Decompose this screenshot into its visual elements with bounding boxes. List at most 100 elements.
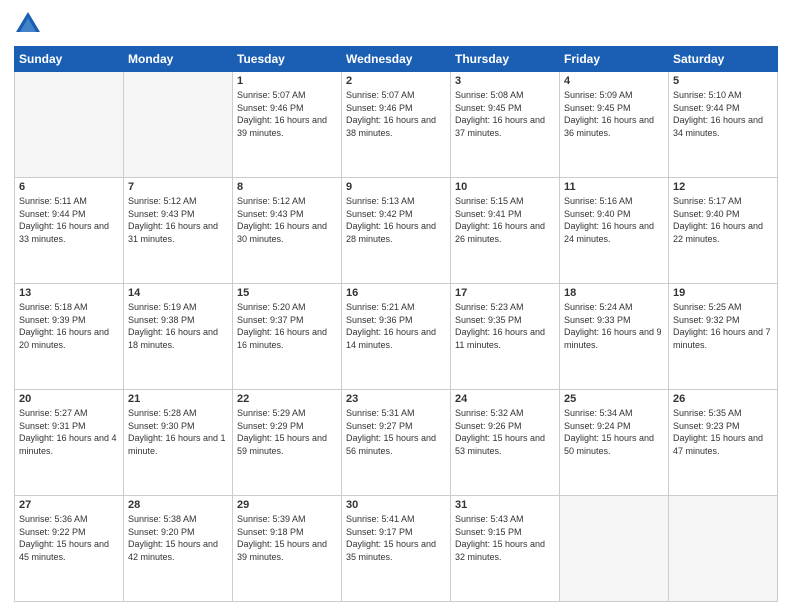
day-number: 25 bbox=[564, 393, 664, 405]
calendar-cell: 27 Sunrise: 5:36 AM Sunset: 9:22 PM Dayli… bbox=[15, 496, 124, 602]
day-number: 8 bbox=[237, 181, 337, 193]
day-info: Sunrise: 5:29 AM Sunset: 9:29 PM Dayligh… bbox=[237, 407, 337, 457]
day-number: 9 bbox=[346, 181, 446, 193]
day-info: Sunrise: 5:25 AM Sunset: 9:32 PM Dayligh… bbox=[673, 301, 773, 351]
calendar-week-row: 20Sunrise: 5:27 AM Sunset: 9:31 PM Dayli… bbox=[15, 390, 778, 496]
calendar-cell: 8 Sunrise: 5:12 AM Sunset: 9:43 PM Daylig… bbox=[233, 178, 342, 284]
weekday-header: Thursday bbox=[451, 47, 560, 72]
calendar-cell: 24 Sunrise: 5:32 AM Sunset: 9:26 PM Dayli… bbox=[451, 390, 560, 496]
calendar-table: SundayMondayTuesdayWednesdayThursdayFrid… bbox=[14, 46, 778, 602]
calendar-cell: 2 Sunrise: 5:07 AM Sunset: 9:46 PM Daylig… bbox=[342, 72, 451, 178]
day-number: 23 bbox=[346, 393, 446, 405]
day-info: Sunrise: 5:16 AM Sunset: 9:40 PM Dayligh… bbox=[564, 195, 664, 245]
day-info: Sunrise: 5:34 AM Sunset: 9:24 PM Dayligh… bbox=[564, 407, 664, 457]
calendar-cell bbox=[560, 496, 669, 602]
day-number: 1 bbox=[237, 75, 337, 87]
calendar-cell: 11Sunrise: 5:16 AM Sunset: 9:40 PM Dayli… bbox=[560, 178, 669, 284]
day-number: 17 bbox=[455, 287, 555, 299]
calendar-cell: 3 Sunrise: 5:08 AM Sunset: 9:45 PM Daylig… bbox=[451, 72, 560, 178]
calendar-cell bbox=[124, 72, 233, 178]
day-number: 16 bbox=[346, 287, 446, 299]
weekday-header: Sunday bbox=[15, 47, 124, 72]
day-info: Sunrise: 5:39 AM Sunset: 9:18 PM Dayligh… bbox=[237, 513, 337, 563]
day-number: 30 bbox=[346, 499, 446, 511]
day-number: 19 bbox=[673, 287, 773, 299]
day-number: 2 bbox=[346, 75, 446, 87]
day-number: 13 bbox=[19, 287, 119, 299]
calendar-cell: 17Sunrise: 5:23 AM Sunset: 9:35 PM Dayli… bbox=[451, 284, 560, 390]
calendar-week-row: 13 Sunrise: 5:18 AM Sunset: 9:39 PM Dayli… bbox=[15, 284, 778, 390]
calendar-week-row: 27 Sunrise: 5:36 AM Sunset: 9:22 PM Dayli… bbox=[15, 496, 778, 602]
weekday-header: Tuesday bbox=[233, 47, 342, 72]
calendar-cell: 23 Sunrise: 5:31 AM Sunset: 9:27 PM Dayli… bbox=[342, 390, 451, 496]
day-info: Sunrise: 5:41 AM Sunset: 9:17 PM Dayligh… bbox=[346, 513, 446, 563]
day-number: 28 bbox=[128, 499, 228, 511]
day-info: Sunrise: 5:18 AM Sunset: 9:39 PM Dayligh… bbox=[19, 301, 119, 351]
calendar-cell: 18 Sunrise: 5:24 AM Sunset: 9:33 PM Dayli… bbox=[560, 284, 669, 390]
day-info: Sunrise: 5:13 AM Sunset: 9:42 PM Dayligh… bbox=[346, 195, 446, 245]
day-number: 21 bbox=[128, 393, 228, 405]
calendar-cell: 15Sunrise: 5:20 AM Sunset: 9:37 PM Dayli… bbox=[233, 284, 342, 390]
day-number: 7 bbox=[128, 181, 228, 193]
day-info: Sunrise: 5:11 AM Sunset: 9:44 PM Dayligh… bbox=[19, 195, 119, 245]
calendar-cell: 7 Sunrise: 5:12 AM Sunset: 9:43 PM Daylig… bbox=[124, 178, 233, 284]
logo-icon bbox=[14, 10, 42, 38]
calendar-cell: 28 Sunrise: 5:38 AM Sunset: 9:20 PM Dayli… bbox=[124, 496, 233, 602]
calendar-cell: 30 Sunrise: 5:41 AM Sunset: 9:17 PM Dayli… bbox=[342, 496, 451, 602]
calendar-cell: 29 Sunrise: 5:39 AM Sunset: 9:18 PM Dayli… bbox=[233, 496, 342, 602]
day-info: Sunrise: 5:08 AM Sunset: 9:45 PM Dayligh… bbox=[455, 89, 555, 139]
day-info: Sunrise: 5:09 AM Sunset: 9:45 PM Dayligh… bbox=[564, 89, 664, 139]
weekday-header: Friday bbox=[560, 47, 669, 72]
calendar-cell: 1 Sunrise: 5:07 AM Sunset: 9:46 PM Daylig… bbox=[233, 72, 342, 178]
day-number: 26 bbox=[673, 393, 773, 405]
calendar-cell: 20Sunrise: 5:27 AM Sunset: 9:31 PM Dayli… bbox=[15, 390, 124, 496]
day-number: 24 bbox=[455, 393, 555, 405]
calendar-cell: 14Sunrise: 5:19 AM Sunset: 9:38 PM Dayli… bbox=[124, 284, 233, 390]
day-number: 18 bbox=[564, 287, 664, 299]
day-number: 14 bbox=[128, 287, 228, 299]
weekday-header: Wednesday bbox=[342, 47, 451, 72]
calendar-cell: 6Sunrise: 5:11 AM Sunset: 9:44 PM Daylig… bbox=[15, 178, 124, 284]
calendar-cell: 31 Sunrise: 5:43 AM Sunset: 9:15 PM Dayli… bbox=[451, 496, 560, 602]
day-number: 10 bbox=[455, 181, 555, 193]
day-number: 3 bbox=[455, 75, 555, 87]
weekday-header: Saturday bbox=[669, 47, 778, 72]
day-number: 31 bbox=[455, 499, 555, 511]
calendar-cell: 22Sunrise: 5:29 AM Sunset: 9:29 PM Dayli… bbox=[233, 390, 342, 496]
calendar-week-row: 1 Sunrise: 5:07 AM Sunset: 9:46 PM Daylig… bbox=[15, 72, 778, 178]
day-info: Sunrise: 5:38 AM Sunset: 9:20 PM Dayligh… bbox=[128, 513, 228, 563]
weekday-header: Monday bbox=[124, 47, 233, 72]
day-info: Sunrise: 5:20 AM Sunset: 9:37 PM Dayligh… bbox=[237, 301, 337, 351]
calendar-cell: 12Sunrise: 5:17 AM Sunset: 9:40 PM Dayli… bbox=[669, 178, 778, 284]
day-number: 5 bbox=[673, 75, 773, 87]
day-number: 4 bbox=[564, 75, 664, 87]
weekday-header-row: SundayMondayTuesdayWednesdayThursdayFrid… bbox=[15, 47, 778, 72]
day-info: Sunrise: 5:12 AM Sunset: 9:43 PM Dayligh… bbox=[128, 195, 228, 245]
day-info: Sunrise: 5:15 AM Sunset: 9:41 PM Dayligh… bbox=[455, 195, 555, 245]
day-info: Sunrise: 5:43 AM Sunset: 9:15 PM Dayligh… bbox=[455, 513, 555, 563]
day-number: 29 bbox=[237, 499, 337, 511]
calendar-cell: 9 Sunrise: 5:13 AM Sunset: 9:42 PM Daylig… bbox=[342, 178, 451, 284]
calendar-cell: 21Sunrise: 5:28 AM Sunset: 9:30 PM Dayli… bbox=[124, 390, 233, 496]
logo bbox=[14, 10, 46, 38]
calendar-cell: 4 Sunrise: 5:09 AM Sunset: 9:45 PM Daylig… bbox=[560, 72, 669, 178]
day-info: Sunrise: 5:12 AM Sunset: 9:43 PM Dayligh… bbox=[237, 195, 337, 245]
day-info: Sunrise: 5:21 AM Sunset: 9:36 PM Dayligh… bbox=[346, 301, 446, 351]
header bbox=[14, 10, 778, 38]
calendar-cell bbox=[15, 72, 124, 178]
day-info: Sunrise: 5:07 AM Sunset: 9:46 PM Dayligh… bbox=[346, 89, 446, 139]
calendar-cell bbox=[669, 496, 778, 602]
day-info: Sunrise: 5:32 AM Sunset: 9:26 PM Dayligh… bbox=[455, 407, 555, 457]
day-info: Sunrise: 5:35 AM Sunset: 9:23 PM Dayligh… bbox=[673, 407, 773, 457]
calendar-cell: 10 Sunrise: 5:15 AM Sunset: 9:41 PM Dayli… bbox=[451, 178, 560, 284]
day-info: Sunrise: 5:07 AM Sunset: 9:46 PM Dayligh… bbox=[237, 89, 337, 139]
calendar-cell: 19 Sunrise: 5:25 AM Sunset: 9:32 PM Dayli… bbox=[669, 284, 778, 390]
calendar-week-row: 6Sunrise: 5:11 AM Sunset: 9:44 PM Daylig… bbox=[15, 178, 778, 284]
day-number: 27 bbox=[19, 499, 119, 511]
day-info: Sunrise: 5:31 AM Sunset: 9:27 PM Dayligh… bbox=[346, 407, 446, 457]
day-info: Sunrise: 5:36 AM Sunset: 9:22 PM Dayligh… bbox=[19, 513, 119, 563]
day-info: Sunrise: 5:10 AM Sunset: 9:44 PM Dayligh… bbox=[673, 89, 773, 139]
calendar-cell: 16 Sunrise: 5:21 AM Sunset: 9:36 PM Dayli… bbox=[342, 284, 451, 390]
day-info: Sunrise: 5:24 AM Sunset: 9:33 PM Dayligh… bbox=[564, 301, 664, 351]
calendar-cell: 5 Sunrise: 5:10 AM Sunset: 9:44 PM Daylig… bbox=[669, 72, 778, 178]
